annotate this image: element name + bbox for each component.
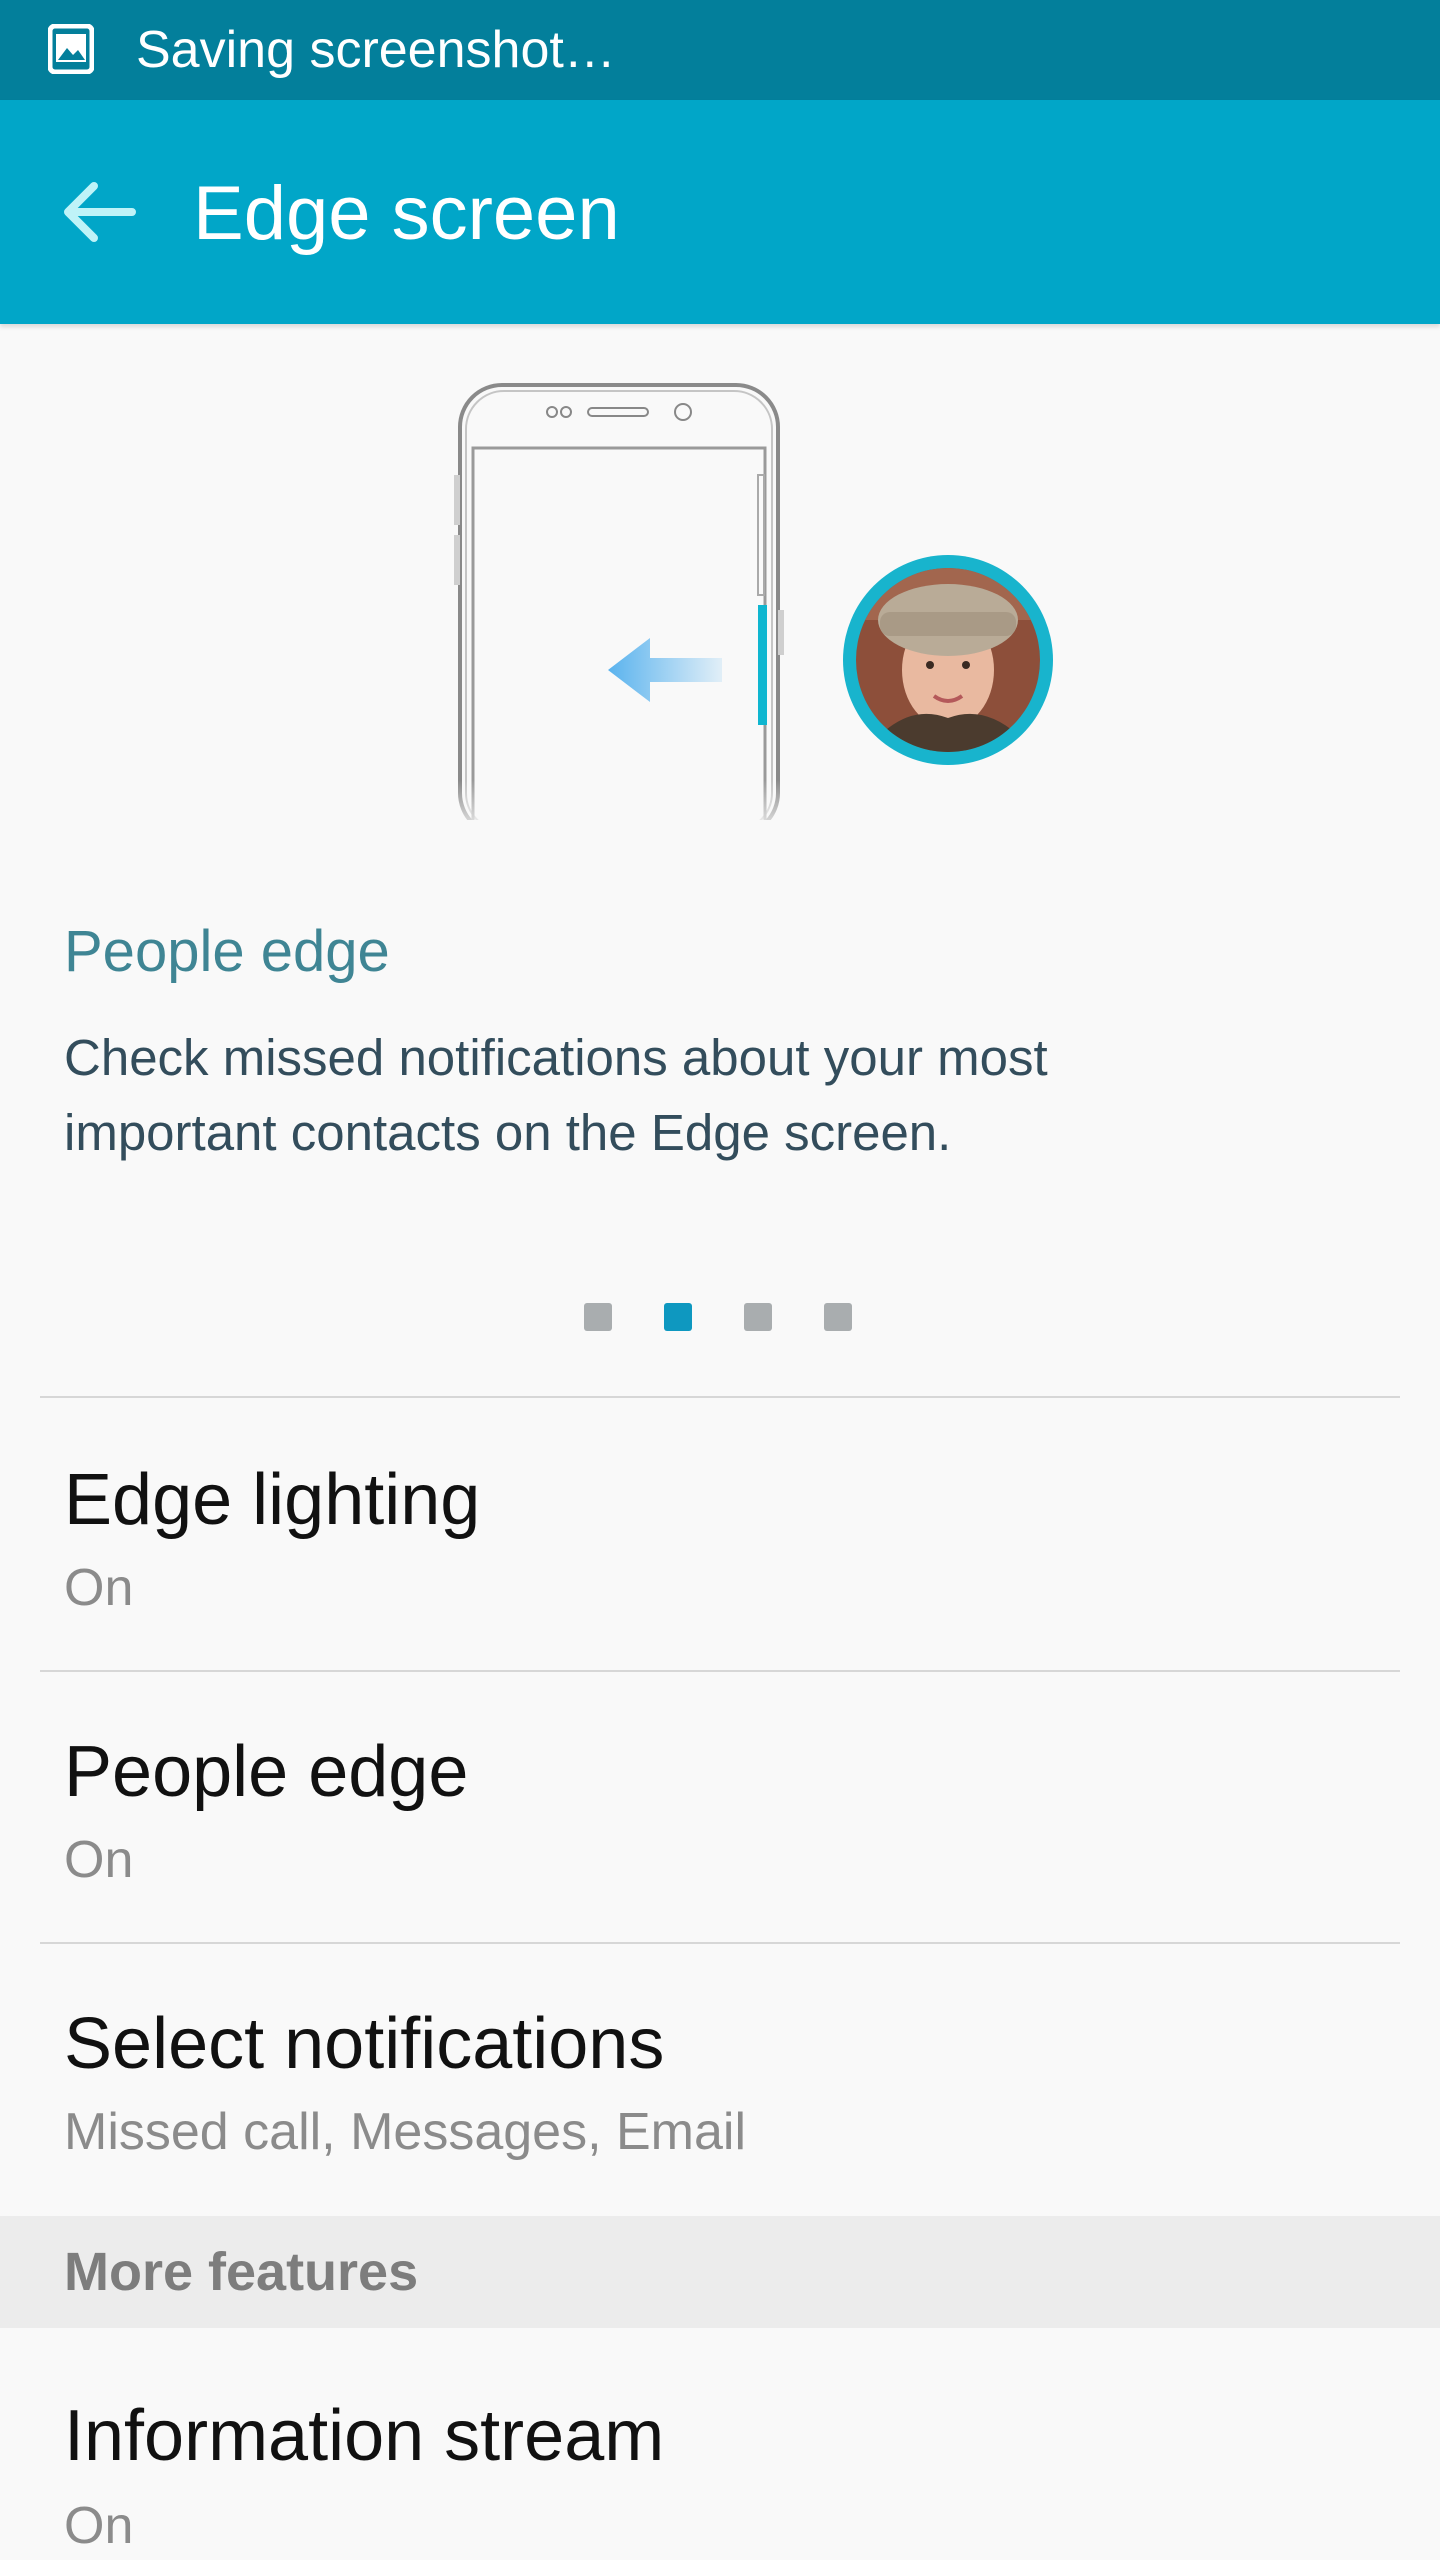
setting-title: Select notifications bbox=[64, 2004, 665, 2084]
phone-outline-icon bbox=[454, 383, 784, 820]
setting-title: Edge lighting bbox=[64, 1460, 481, 1540]
setting-title: Information stream bbox=[64, 2396, 665, 2476]
contact-avatar bbox=[843, 555, 1053, 765]
page-dot-3[interactable] bbox=[744, 1303, 772, 1331]
swipe-left-arrow-icon bbox=[608, 638, 722, 702]
app-bar: Edge screen bbox=[0, 100, 1440, 324]
description-line-1: Check missed notifications about your mo… bbox=[64, 1029, 1048, 1086]
status-bar: Saving screenshot… bbox=[0, 0, 1440, 100]
page-dot-4[interactable] bbox=[824, 1303, 852, 1331]
setting-subtitle: On bbox=[64, 1559, 134, 1617]
setting-information-stream[interactable]: Information stream On bbox=[0, 2328, 1440, 2560]
page-dot-1[interactable] bbox=[584, 1303, 612, 1331]
section-header-label: More features bbox=[64, 2242, 419, 2302]
setting-subtitle: Missed call, Messages, Email bbox=[64, 2103, 746, 2161]
setting-title: People edge bbox=[64, 1732, 469, 1812]
setting-subtitle: On bbox=[64, 1831, 134, 1889]
setting-people-edge[interactable]: People edge On bbox=[0, 1672, 1440, 1942]
feature-heading: People edge bbox=[64, 919, 390, 984]
section-header: More features bbox=[0, 2216, 1440, 2328]
status-text: Saving screenshot… bbox=[136, 21, 616, 79]
setting-select-notifications[interactable]: Select notifications Missed call, Messag… bbox=[0, 1944, 1440, 2216]
description-line-2: important contacts on the Edge screen. bbox=[64, 1104, 952, 1161]
image-icon bbox=[48, 24, 94, 74]
page-title: Edge screen bbox=[193, 171, 620, 256]
setting-edge-lighting[interactable]: Edge lighting On bbox=[0, 1398, 1440, 1670]
edge-illustration bbox=[440, 383, 1053, 820]
feature-description: Check missed notifications about your mo… bbox=[64, 1020, 1244, 1170]
page-dot-2-active[interactable] bbox=[664, 1303, 692, 1331]
back-arrow-icon[interactable] bbox=[58, 178, 138, 246]
setting-subtitle: On bbox=[64, 2497, 134, 2555]
